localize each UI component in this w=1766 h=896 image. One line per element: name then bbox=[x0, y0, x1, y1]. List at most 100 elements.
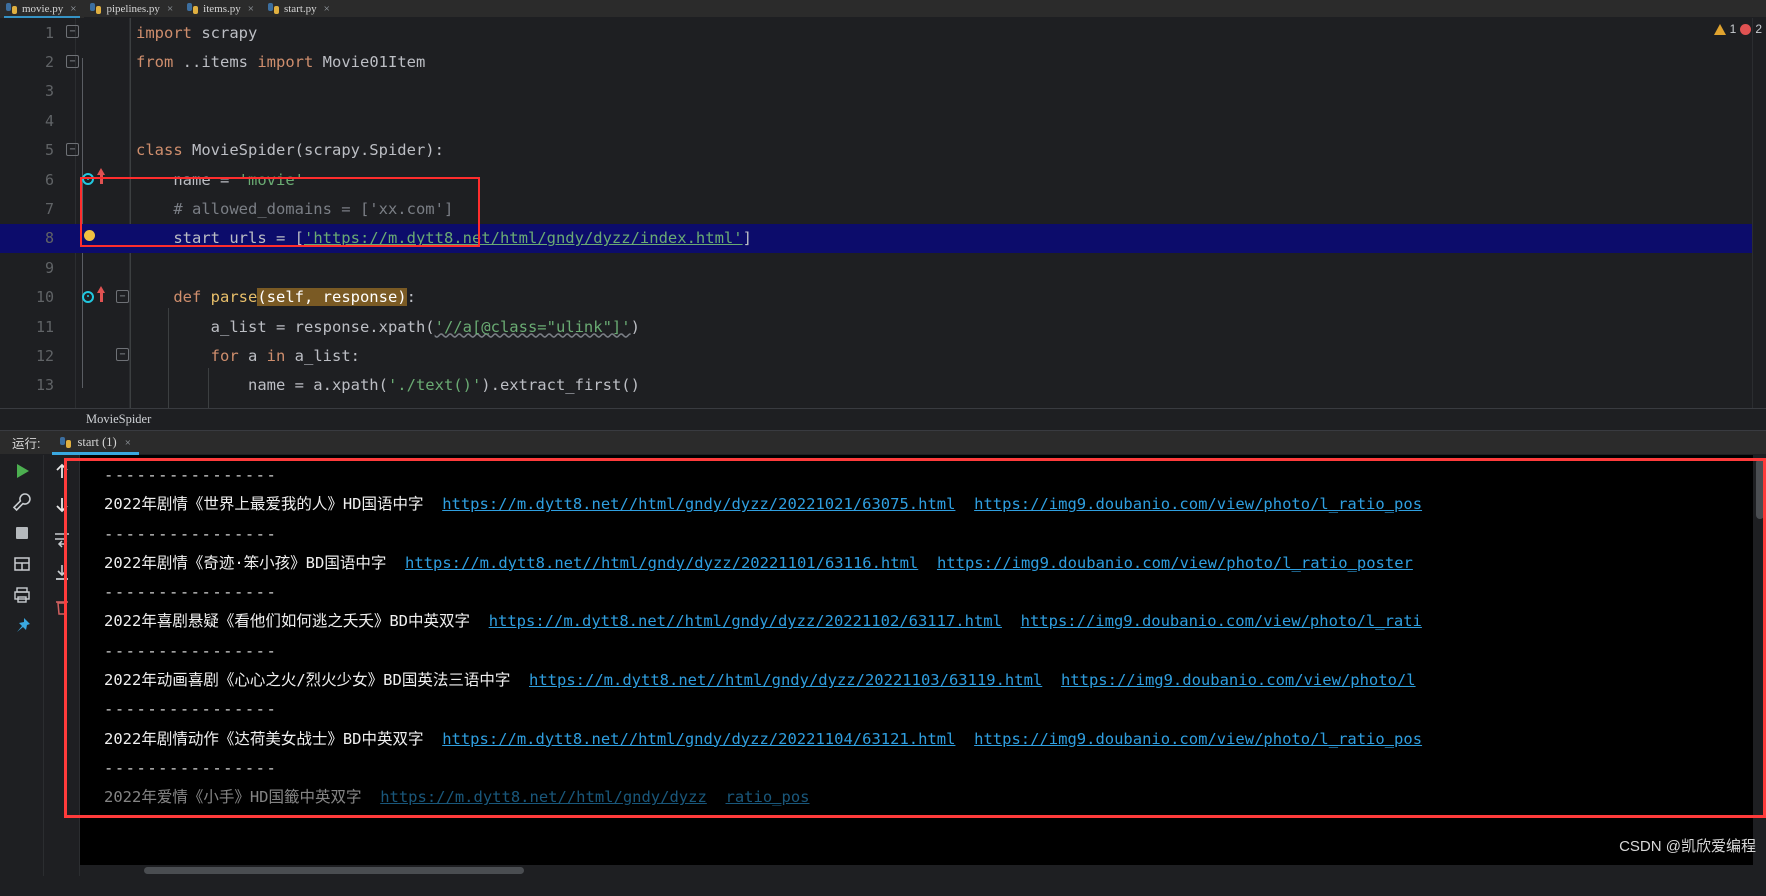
run-panel-body: ---------------- 2022年剧情《世界上最爱我的人》HD国语中字… bbox=[0, 455, 1766, 876]
breadcrumb[interactable]: MovieSpider bbox=[0, 408, 1766, 430]
movie-poster-link[interactable]: ratio_pos bbox=[726, 788, 810, 806]
run-gutter-icon[interactable] bbox=[82, 173, 94, 186]
breadcrumb-item-moviespider[interactable]: MovieSpider bbox=[86, 412, 151, 427]
movie-title: 2022年动画喜剧《心心之火/烈火少女》BD国英法三语中字 bbox=[104, 671, 511, 690]
code-editor[interactable]: 1 − import scrapy 2 − from ..items impor… bbox=[0, 18, 1766, 408]
line-markers bbox=[64, 312, 130, 341]
override-arrow-icon[interactable] bbox=[97, 285, 105, 302]
close-icon[interactable]: × bbox=[167, 3, 173, 15]
code-rows: 1 − import scrapy 2 − from ..items impor… bbox=[0, 18, 1766, 400]
scrollbar-thumb[interactable] bbox=[1756, 459, 1764, 519]
line-number: 7 bbox=[44, 200, 54, 219]
console-vertical-scrollbar[interactable] bbox=[1753, 455, 1766, 876]
movie-poster-link[interactable]: https://img9.doubanio.com/view/photo/l_r… bbox=[937, 554, 1413, 572]
run-toolbar-second[interactable] bbox=[44, 455, 80, 876]
clear-all-button[interactable] bbox=[52, 597, 72, 617]
run-panel-label: 运行: bbox=[12, 437, 41, 451]
console-item-line: 2022年动画喜剧《心心之火/烈火少女》BD国英法三语中字 https://m.… bbox=[104, 666, 1766, 695]
close-icon[interactable]: × bbox=[248, 3, 254, 15]
close-icon[interactable]: × bbox=[125, 437, 131, 449]
code-line[interactable]: 5 − class MovieSpider(scrapy.Spider): bbox=[0, 136, 1766, 165]
url-link[interactable]: 'https://m.dytt8.net/html/gndy/dyzz/inde… bbox=[304, 229, 743, 247]
scrollbar-thumb[interactable] bbox=[144, 867, 524, 874]
scroll-to-end-button[interactable] bbox=[52, 563, 72, 583]
editor-scrollbar[interactable] bbox=[1752, 18, 1766, 408]
console-item-line: 2022年喜剧悬疑《看他们如何逃之夭夭》BD中英双字 https://m.dyt… bbox=[104, 607, 1766, 636]
line-markers[interactable]: − bbox=[64, 341, 130, 370]
code-line[interactable]: 10 − def parse(self, response): bbox=[0, 283, 1766, 312]
movie-title: 2022年喜剧悬疑《看他们如何逃之夭夭》BD中英双字 bbox=[104, 612, 470, 631]
soft-wrap-button[interactable] bbox=[52, 529, 72, 549]
scroll-down-button[interactable] bbox=[52, 495, 72, 515]
scroll-up-button[interactable] bbox=[52, 461, 72, 481]
fold-minus-icon[interactable]: − bbox=[116, 348, 129, 362]
console-horizontal-scrollbar[interactable] bbox=[80, 865, 1766, 876]
code-line[interactable]: 4 bbox=[0, 106, 1766, 135]
line-number: 1 bbox=[44, 23, 54, 42]
console-output[interactable]: ---------------- 2022年剧情《世界上最爱我的人》HD国语中字… bbox=[80, 455, 1766, 876]
breakpoint-icon[interactable] bbox=[84, 229, 95, 241]
editor-tab-pipelines[interactable]: pipelines.py × bbox=[84, 0, 181, 18]
code-line[interactable]: 12 − for a in a_list: bbox=[0, 341, 1766, 370]
pin-button[interactable] bbox=[12, 616, 32, 636]
watermark: CSDN @凯欣爱编程 bbox=[1619, 838, 1756, 855]
line-markers[interactable]: − bbox=[64, 48, 130, 77]
code-text: import scrapy bbox=[136, 23, 258, 42]
close-icon[interactable]: × bbox=[324, 3, 330, 15]
run-toolbar-left[interactable] bbox=[0, 455, 44, 876]
fold-minus-icon[interactable]: − bbox=[66, 54, 79, 68]
editor-tab-start[interactable]: start.py × bbox=[262, 0, 338, 18]
code-line-selected[interactable]: 8 start_urls = ['https://m.dytt8.net/htm… bbox=[0, 223, 1766, 254]
fold-minus-icon[interactable]: − bbox=[116, 289, 129, 303]
movie-title: 2022年爱情《小手》HD国籤中英双字 bbox=[104, 788, 362, 807]
editor-tab-label: movie.py bbox=[22, 2, 64, 15]
movie-poster-link[interactable]: https://img9.doubanio.com/view/photo/l_r… bbox=[974, 730, 1422, 748]
movie-detail-link[interactable]: https://m.dytt8.net//html/gndy/dyzz bbox=[380, 788, 707, 806]
code-line[interactable]: 9 bbox=[0, 253, 1766, 282]
movie-detail-link[interactable]: https://m.dytt8.net//html/gndy/dyzz/2022… bbox=[529, 671, 1042, 689]
code-line[interactable]: 7 # allowed_domains = ['xx.com'] bbox=[0, 194, 1766, 223]
print-button[interactable] bbox=[12, 585, 32, 605]
run-panel-header[interactable]: 运行: start (1) × bbox=[0, 430, 1766, 455]
code-line[interactable]: 3 bbox=[0, 77, 1766, 106]
fold-minus-icon[interactable]: − bbox=[66, 142, 79, 156]
python-file-icon bbox=[60, 437, 72, 448]
editor-tab-items[interactable]: items.py × bbox=[181, 0, 262, 18]
movie-poster-link[interactable]: https://img9.doubanio.com/view/photo/l bbox=[1061, 671, 1416, 689]
code-text: # allowed_domains = ['xx.com'] bbox=[136, 200, 454, 219]
override-arrow-icon[interactable] bbox=[97, 168, 105, 185]
run-button[interactable] bbox=[12, 461, 32, 481]
line-number: 4 bbox=[44, 111, 54, 130]
code-text: name = 'movie' bbox=[136, 170, 304, 189]
wrench-settings-button[interactable] bbox=[12, 492, 32, 512]
console-separator: ---------------- bbox=[104, 524, 278, 543]
movie-detail-link[interactable]: https://m.dytt8.net//html/gndy/dyzz/2022… bbox=[442, 730, 955, 748]
editor-tab-movie[interactable]: movie.py × bbox=[0, 0, 85, 19]
code-line[interactable]: 2 − from ..items import Movie01Item bbox=[0, 47, 1766, 76]
movie-poster-link[interactable]: https://img9.doubanio.com/view/photo/l_r… bbox=[1021, 612, 1422, 630]
code-line[interactable]: 1 − import scrapy bbox=[0, 18, 1766, 47]
code-text: def parse(self, response): bbox=[136, 288, 416, 307]
run-gutter-icon[interactable] bbox=[82, 290, 94, 303]
fold-minus-icon[interactable]: − bbox=[66, 25, 79, 39]
code-line[interactable]: 6 name = 'movie' bbox=[0, 165, 1766, 194]
code-line[interactable]: 11 a_list = response.xpath('//a[@class="… bbox=[0, 312, 1766, 341]
stop-button[interactable] bbox=[12, 523, 32, 543]
run-tab-start[interactable]: start (1) × bbox=[50, 430, 140, 455]
movie-detail-link[interactable]: https://m.dytt8.net//html/gndy/dyzz/2022… bbox=[442, 495, 955, 513]
movie-poster-link[interactable]: https://img9.doubanio.com/view/photo/l_r… bbox=[974, 495, 1422, 513]
layout-button[interactable] bbox=[12, 554, 32, 574]
line-markers[interactable]: − bbox=[64, 136, 130, 165]
movie-detail-link[interactable]: https://m.dytt8.net//html/gndy/dyzz/2022… bbox=[489, 612, 1002, 630]
inspection-status[interactable]: 1 2 bbox=[1713, 22, 1762, 36]
line-markers[interactable] bbox=[64, 165, 130, 194]
run-tool-window[interactable]: 运行: start (1) × ---------------- 2022年剧情… bbox=[0, 430, 1766, 876]
line-markers[interactable]: − bbox=[64, 18, 130, 47]
code-text: name = a.xpath('./text()').extract_first… bbox=[136, 376, 640, 395]
close-icon[interactable]: × bbox=[70, 3, 76, 15]
code-line[interactable]: 13 name = a.xpath('./text()').extract_fi… bbox=[0, 371, 1766, 400]
line-markers[interactable]: − bbox=[64, 283, 130, 312]
movie-detail-link[interactable]: https://m.dytt8.net//html/gndy/dyzz/2022… bbox=[405, 554, 918, 572]
line-markers[interactable] bbox=[64, 224, 130, 253]
editor-tab-bar[interactable]: movie.py × pipelines.py × items.py × sta… bbox=[0, 0, 1766, 19]
